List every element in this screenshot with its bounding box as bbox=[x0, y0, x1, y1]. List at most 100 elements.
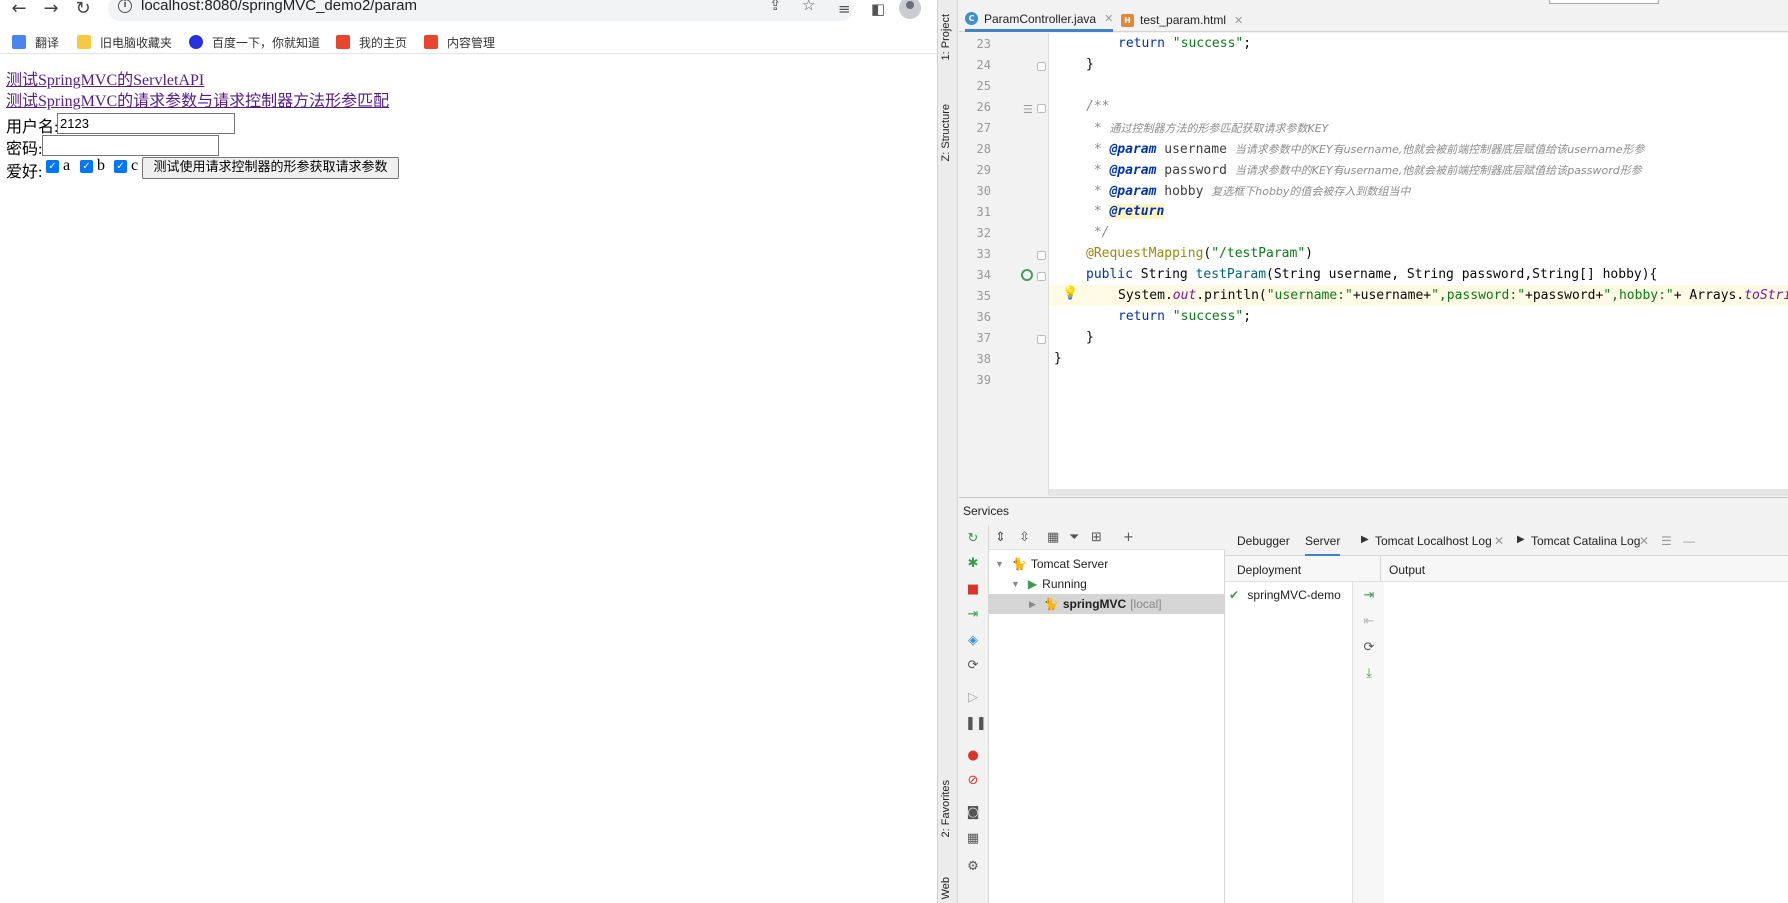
refresh-icon[interactable]: ⟳ bbox=[965, 658, 981, 674]
servlet-api-link[interactable]: 测试SpringMVC的ServletAPI bbox=[6, 70, 389, 91]
profile-avatar-icon[interactable] bbox=[899, 0, 921, 19]
mute-breakpoints-icon[interactable]: ⊘ bbox=[965, 773, 981, 789]
fold-icon[interactable] bbox=[1037, 62, 1046, 71]
reload-icon[interactable]: ↻ bbox=[72, 0, 94, 20]
editor-horizontal-scrollbar[interactable] bbox=[1049, 489, 1788, 496]
code-editor[interactable]: 💡 return "success"; } /** * 通过控制器方法的形参匹配… bbox=[1049, 33, 1788, 495]
settings-gear-icon[interactable]: ⚙ bbox=[965, 859, 981, 875]
site-info-icon[interactable]: i bbox=[118, 0, 132, 13]
filter-icon[interactable]: ⏷ bbox=[1069, 530, 1079, 545]
close-icon[interactable]: ✕ bbox=[1234, 14, 1243, 27]
fold-icon[interactable] bbox=[1037, 272, 1046, 281]
deploy-icon[interactable]: ⇥ bbox=[965, 607, 981, 623]
web-tool-tab[interactable]: Web bbox=[940, 877, 952, 899]
forward-icon[interactable]: → bbox=[40, 0, 62, 20]
code-token: 复选框下hobby的值会被存入到数组当中 bbox=[1211, 185, 1411, 198]
c-logo-icon bbox=[336, 35, 350, 49]
tab-test-param-html[interactable]: H test_param.html ✕ bbox=[1121, 8, 1243, 32]
close-icon[interactable]: ✕ bbox=[1639, 534, 1649, 548]
stop-icon[interactable]: ■ bbox=[965, 582, 981, 598]
view-breakpoints-icon[interactable]: ● bbox=[965, 748, 981, 764]
code-token: +username+ bbox=[1352, 288, 1432, 303]
search-box-edge bbox=[1549, 0, 1659, 4]
chevron-right-icon[interactable]: ▶ bbox=[1029, 599, 1036, 610]
structure-tool-tab[interactable]: Z: Structure bbox=[940, 104, 952, 161]
services-title: Services bbox=[963, 504, 1010, 518]
username-input[interactable] bbox=[57, 113, 235, 134]
tab-param-controller[interactable]: C ParamController.java ✕ bbox=[965, 8, 1114, 32]
deploy-icon[interactable]: ⇥ bbox=[1361, 588, 1377, 604]
back-icon[interactable]: ← bbox=[8, 0, 30, 20]
resume-icon[interactable]: ▷ bbox=[965, 690, 981, 706]
bookmark-item[interactable]: 内容管理 bbox=[424, 32, 495, 52]
reading-list-icon[interactable]: ≡ bbox=[838, 0, 851, 18]
line-number: 29 bbox=[976, 163, 991, 177]
fold-icon[interactable] bbox=[1037, 335, 1046, 344]
line-number: 25 bbox=[976, 79, 991, 93]
debug-icon[interactable]: ✱ bbox=[965, 556, 981, 572]
screen: ← → ↻ i localhost:8080/springMVC_demo2/p… bbox=[0, 0, 1788, 903]
tab-tomcat-localhost-log[interactable]: Tomcat Localhost Log bbox=[1375, 534, 1492, 548]
project-tool-tab[interactable]: 1: Project bbox=[940, 14, 952, 60]
deployment-item[interactable]: ✔ springMVC-demo bbox=[1229, 588, 1341, 602]
doc-render-icon[interactable]: ☰ bbox=[1023, 103, 1033, 116]
tree-node-springmvc[interactable]: ▶ 🐈 springMVC [local] bbox=[989, 594, 1225, 614]
minimize-icon[interactable]: — bbox=[1683, 534, 1695, 548]
fold-icon[interactable] bbox=[1037, 251, 1046, 260]
bookmark-star-icon[interactable]: ☆ bbox=[802, 0, 815, 14]
new-tab-icon[interactable]: ⊞ bbox=[1091, 530, 1102, 545]
web-endpoint-icon[interactable] bbox=[1021, 269, 1033, 281]
hobby-checkbox-b[interactable]: ✓ bbox=[80, 160, 93, 173]
url-bar[interactable]: i localhost:8080/springMVC_demo2/param ⇪… bbox=[108, 0, 853, 21]
undeploy-icon[interactable]: ⇤ bbox=[1361, 614, 1377, 630]
tree-node-tomcat-server[interactable]: ▼ 🐈 Tomcat Server bbox=[995, 554, 1108, 574]
code-token: System. bbox=[1118, 288, 1173, 303]
add-service-icon[interactable]: + bbox=[1123, 530, 1134, 545]
close-icon[interactable]: ✕ bbox=[1494, 534, 1504, 548]
tab-list-icon[interactable]: ☰ bbox=[1661, 534, 1672, 548]
pause-icon[interactable]: ❚❚ bbox=[965, 716, 987, 732]
bookmark-item[interactable]: 百度一下，你就知道 bbox=[189, 32, 320, 52]
tab-tomcat-catalina-log[interactable]: Tomcat Catalina Log bbox=[1531, 534, 1640, 548]
bookmark-label: 百度一下，你就知道 bbox=[212, 35, 321, 50]
hobby-checkbox-c[interactable]: ✓ bbox=[114, 160, 127, 173]
code-token: * bbox=[1086, 184, 1110, 199]
collapse-all-icon[interactable]: ⇳ bbox=[1019, 530, 1030, 545]
share-icon[interactable]: ⇪ bbox=[769, 0, 782, 14]
tab-server[interactable]: Server bbox=[1305, 534, 1341, 557]
hobby-option-label: c bbox=[131, 157, 139, 174]
code-token: username bbox=[1156, 142, 1235, 157]
bookmark-item[interactable]: 我的主页 bbox=[336, 32, 407, 52]
favorites-tool-tab[interactable]: 2: Favorites bbox=[940, 780, 952, 837]
password-input[interactable] bbox=[42, 135, 219, 156]
tab-debugger[interactable]: Debugger bbox=[1237, 534, 1290, 548]
hobby-checkbox-a[interactable]: ✓ bbox=[46, 160, 59, 173]
chevron-down-icon[interactable]: ▼ bbox=[1011, 579, 1020, 589]
services-tab-bar: Debugger Server ▶ Tomcat Localhost Log ✕… bbox=[1225, 526, 1788, 557]
tomcat-icon: 🐈 bbox=[1043, 597, 1059, 611]
hobby-row: 爱好: bbox=[6, 158, 42, 182]
tree-node-running[interactable]: ▼ ▶ Running bbox=[1011, 574, 1087, 594]
side-panel-icon[interactable]: ◧ bbox=[871, 0, 885, 18]
layout-icon[interactable]: ▦ bbox=[965, 831, 981, 847]
submit-button[interactable]: 测试使用请求控制器的形参获取请求参数 bbox=[142, 157, 399, 179]
code-token: ; bbox=[1243, 309, 1252, 324]
close-icon[interactable]: ✕ bbox=[1104, 12, 1113, 25]
expand-all-icon[interactable]: ⇕ bbox=[995, 530, 1006, 545]
group-by-icon[interactable]: ▦ bbox=[1047, 530, 1059, 545]
param-match-link[interactable]: 测试SpringMVC的请求参数与请求控制器方法形参匹配 bbox=[6, 91, 389, 112]
intention-bulb-icon[interactable]: 💡 bbox=[1062, 286, 1078, 301]
download-icon[interactable]: ⤓ bbox=[1361, 666, 1377, 682]
chevron-down-icon[interactable]: ▼ bbox=[995, 559, 1004, 569]
refresh-icon[interactable]: ⟳ bbox=[1361, 640, 1377, 656]
camera-icon[interactable]: ◙ bbox=[965, 805, 981, 821]
update-app-icon[interactable]: ◈ bbox=[965, 633, 981, 649]
fold-icon[interactable] bbox=[1037, 104, 1046, 113]
rerun-icon[interactable]: ↻ bbox=[965, 531, 981, 547]
line-number: 35 bbox=[976, 289, 991, 303]
bookmark-item[interactable]: 翻译 bbox=[12, 32, 59, 52]
java-class-icon: C bbox=[965, 12, 978, 25]
url-text[interactable]: localhost:8080/springMVC_demo2/param bbox=[141, 0, 417, 14]
bookmark-item[interactable]: 旧电脑收藏夹 bbox=[77, 32, 172, 52]
line-number: 34 bbox=[976, 268, 991, 282]
